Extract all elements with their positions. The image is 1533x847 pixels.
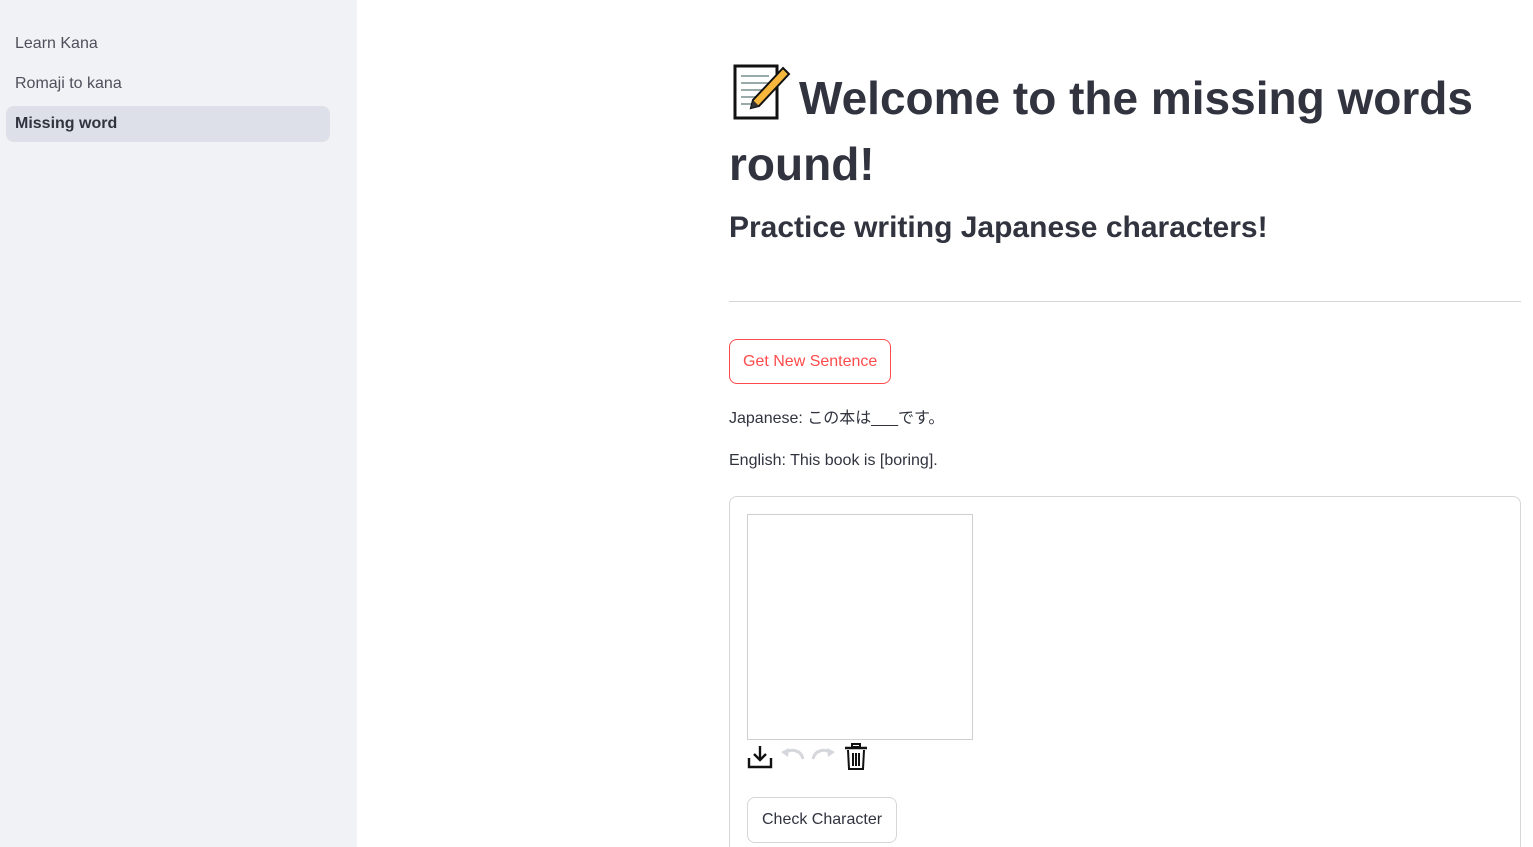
sidebar-item-missing-word[interactable]: Missing word bbox=[6, 106, 330, 142]
sidebar: Learn Kana Romaji to kana Missing word bbox=[0, 0, 357, 847]
page-title: Welcome to the missing words round! bbox=[729, 62, 1521, 194]
undo-icon[interactable] bbox=[779, 743, 805, 771]
trash-icon[interactable] bbox=[843, 743, 869, 771]
main-area: Welcome to the missing words round! Prac… bbox=[357, 0, 1533, 847]
sidebar-item-learn-kana[interactable]: Learn Kana bbox=[6, 26, 330, 62]
sidebar-nav: Learn Kana Romaji to kana Missing word bbox=[6, 26, 330, 146]
sidebar-item-romaji-to-kana[interactable]: Romaji to kana bbox=[6, 66, 330, 102]
canvas-toolbar bbox=[747, 743, 869, 771]
redo-icon[interactable] bbox=[811, 743, 837, 771]
check-character-button[interactable]: Check Character bbox=[747, 797, 898, 843]
download-icon[interactable] bbox=[747, 743, 773, 771]
divider bbox=[729, 301, 1521, 302]
drawing-form: Check Character bbox=[729, 496, 1521, 847]
page-subtitle: Practice writing Japanese characters! bbox=[729, 211, 1268, 244]
english-sentence: English: This book is [boring]. bbox=[729, 452, 938, 469]
japanese-sentence: Japanese: この本は___です。 bbox=[729, 410, 945, 427]
get-new-sentence-button[interactable]: Get New Sentence bbox=[729, 339, 892, 384]
drawing-canvas[interactable] bbox=[747, 514, 973, 740]
page-title-text: Welcome to the missing words round! bbox=[729, 72, 1473, 190]
memo-icon bbox=[729, 62, 791, 134]
